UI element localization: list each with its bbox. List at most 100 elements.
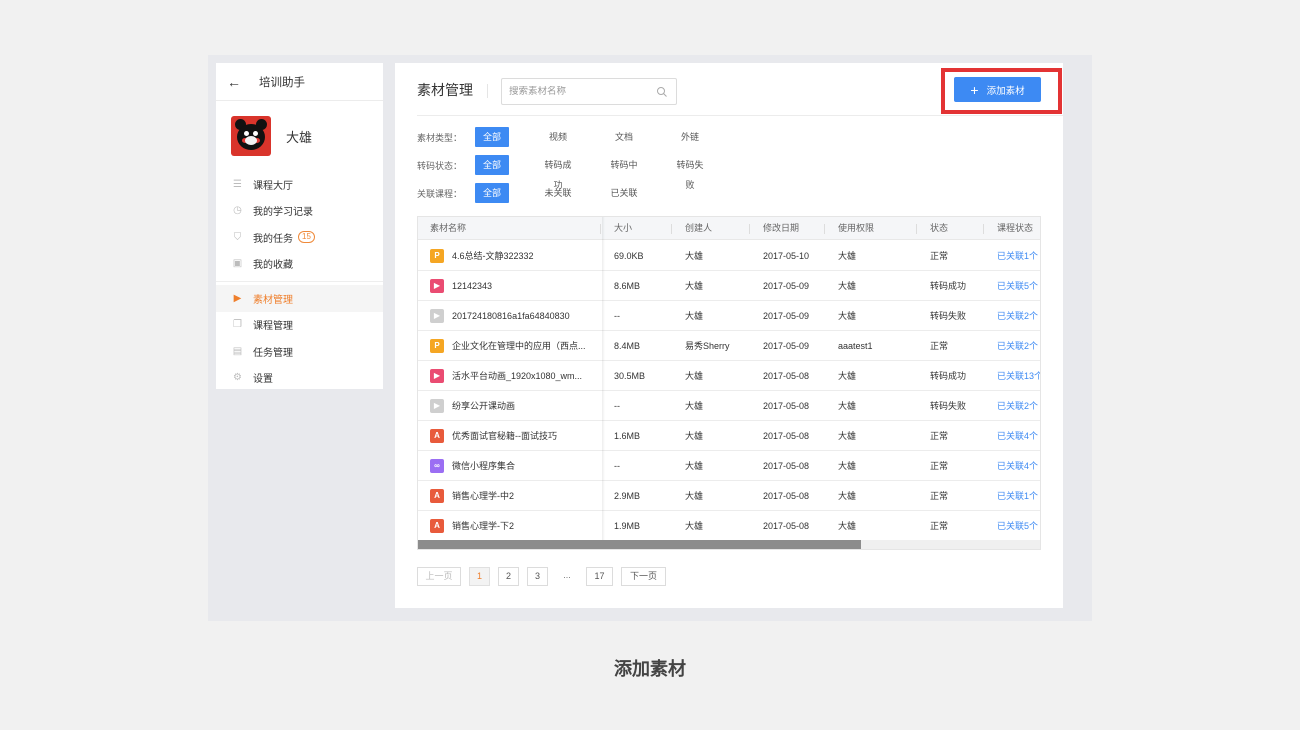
table-row[interactable]: P 企业文化在管理中的应用（西点... 8.4MB 易秀Sherry 2017-05-0… — [418, 331, 1040, 361]
ppt-file-icon: P — [430, 339, 444, 353]
cell-perm: 大雄 — [838, 251, 857, 261]
prev-page-button[interactable]: 上一页 — [417, 567, 461, 586]
sidebar-item-4[interactable]: ▶ 素材管理 — [216, 285, 383, 312]
gear-icon: ⚙ — [233, 372, 242, 384]
cell-status: 转码失败 — [930, 401, 967, 411]
filter-option[interactable]: 视频 — [541, 127, 575, 147]
cell-course[interactable]: 已关联5个 — [997, 511, 1038, 541]
search-icon[interactable] — [656, 86, 668, 98]
sidebar-item-label: 课程大厅 — [253, 180, 293, 192]
cell-course[interactable]: 已关联5个 — [997, 271, 1038, 301]
cell-name: 纷享公开课动画 — [452, 401, 516, 411]
cell-course[interactable]: 已关联2个 — [997, 391, 1038, 421]
table-row[interactable]: ▶ 12142343 8.6MB 大雄 2017-05-09 大雄 转码成功 已关联5个 — [418, 271, 1040, 301]
cell-course[interactable]: 已关联2个 — [997, 331, 1038, 361]
table-row[interactable]: A 销售心理学-下2 1.9MB 大雄 2017-05-08 大雄 正常 已关联5个 — [418, 511, 1040, 541]
sidebar-item-0[interactable]: ☰ 课程大厅 — [216, 171, 383, 198]
add-material-button[interactable]: + 添加素材 — [954, 77, 1041, 102]
column-header: 课程状态 — [997, 223, 1034, 233]
sidebar-item-6[interactable]: ▤ 任务管理 — [216, 338, 383, 365]
sidebar-item-1[interactable]: ◷ 我的学习记录 — [216, 198, 383, 225]
cell-status: 正常 — [930, 521, 949, 531]
filter-option[interactable]: 全部 — [475, 127, 509, 147]
column-separator — [671, 224, 672, 234]
cell-course[interactable]: 已关联13个 — [997, 361, 1040, 391]
filter-option[interactable]: 未关联 — [541, 183, 575, 203]
cell-creator: 大雄 — [685, 461, 704, 471]
cell-name: 微信小程序集合 — [452, 461, 516, 471]
cell-date: 2017-05-09 — [763, 311, 810, 321]
search-box — [501, 78, 677, 105]
table-row[interactable]: ▶ 活水平台动画_1920x1080_wm... 30.5MB 大雄 2017-05-0… — [418, 361, 1040, 391]
cell-perm: 大雄 — [838, 401, 857, 411]
pdf-file-icon: A — [430, 489, 444, 503]
pdf-file-icon: A — [430, 429, 444, 443]
cell-course[interactable]: 已关联1个 — [997, 481, 1038, 511]
cell-course[interactable]: 已关联1个 — [997, 241, 1038, 271]
filter-option[interactable]: 外链 — [673, 127, 707, 147]
horizontal-scrollbar[interactable] — [418, 540, 1040, 549]
filter-option[interactable]: 转码成功 — [541, 155, 575, 190]
cell-course[interactable]: 已关联4个 — [997, 451, 1038, 481]
search-input[interactable] — [502, 86, 652, 97]
next-page-button[interactable]: 下一页 — [621, 567, 666, 586]
sidebar-item-3[interactable]: ▣ 我的收藏 — [216, 251, 383, 278]
table-row[interactable]: A 优秀面试官秘籍--面试技巧 1.6MB 大雄 2017-05-08 大雄 正常 已关联4个 — [418, 421, 1040, 451]
username: 大雄 — [286, 129, 313, 145]
clock-icon: ◷ — [233, 205, 242, 217]
table-row[interactable]: ▶ 201724180816a1fa64840830 -- 大雄 2017-05-09 大… — [418, 301, 1040, 331]
table-row[interactable]: ∞ 微信小程序集合 -- 大雄 2017-05-08 大雄 正常 已关联4个 — [418, 451, 1040, 481]
filter-option[interactable]: 全部 — [475, 155, 509, 175]
avatar[interactable] — [231, 116, 271, 156]
plus-icon: + — [970, 81, 979, 98]
page-button[interactable]: 2 — [498, 567, 519, 586]
sidebar-item-5[interactable]: ❐ 课程管理 — [216, 312, 383, 339]
back-arrow-icon[interactable]: ← — [227, 74, 249, 90]
cell-size: 8.4MB — [614, 341, 641, 351]
cell-size: 1.6MB — [614, 431, 641, 441]
cell-name: 4.6总结-文静322332 — [452, 251, 534, 261]
column-header: 素材名称 — [430, 223, 467, 233]
folder-star-icon: ▣ — [232, 258, 243, 270]
filter-option[interactable]: 转码失败 — [673, 155, 707, 190]
cell-date: 2017-05-08 — [763, 371, 810, 381]
table-row[interactable]: A 销售心理学-中2 2.9MB 大雄 2017-05-08 大雄 正常 已关联1个 — [418, 481, 1040, 511]
column-header: 修改日期 — [763, 223, 800, 233]
cell-status: 转码成功 — [930, 281, 967, 291]
page-title: 素材管理 — [417, 82, 473, 98]
ppt-file-icon: P — [430, 249, 444, 263]
cell-size: -- — [614, 401, 620, 411]
table-row[interactable]: ▶ 纷享公开课动画 -- 大雄 2017-05-08 大雄 转码失败 已关联2个 — [418, 391, 1040, 421]
cell-status: 正常 — [930, 251, 949, 261]
cell-perm: 大雄 — [838, 311, 857, 321]
cell-course[interactable]: 已关联2个 — [997, 301, 1038, 331]
page-button[interactable]: 1 — [469, 567, 490, 586]
filter-option[interactable]: 已关联 — [607, 183, 641, 203]
sidebar-item-2[interactable]: ⛉ 我的任务 15 — [216, 224, 383, 251]
cell-course[interactable]: 已关联4个 — [997, 421, 1038, 451]
cell-date: 2017-05-08 — [763, 431, 810, 441]
cell-status: 转码成功 — [930, 371, 967, 381]
cell-size: 1.9MB — [614, 521, 641, 531]
pagination: 上一页 1 2 3... 17 下一页 — [417, 567, 674, 586]
table-row[interactable]: P 4.6总结-文静322332 69.0KB 大雄 2017-05-10 大雄 正常 已关联… — [418, 241, 1040, 271]
sidebar-item-7[interactable]: ⚙ 设置 — [216, 365, 383, 392]
filter-option[interactable]: 转码中 — [607, 155, 641, 175]
cell-date: 2017-05-09 — [763, 281, 810, 291]
main-panel: 素材管理 + 添加素材 素材类型：全部视频文档外链转码状态：全部转码成功转码中转… — [395, 63, 1063, 608]
cell-creator: 大雄 — [685, 311, 704, 321]
page-button[interactable]: 17 — [586, 567, 613, 586]
cell-name: 销售心理学-下2 — [452, 521, 515, 531]
column-header: 使用权限 — [838, 223, 875, 233]
title-divider — [487, 84, 488, 98]
gray-file-icon: ▶ — [430, 309, 444, 323]
filter-option[interactable]: 全部 — [475, 183, 509, 203]
scrollbar-thumb[interactable] — [418, 540, 861, 549]
filter-option[interactable]: 文档 — [607, 127, 641, 147]
add-material-label: 添加素材 — [986, 85, 1025, 97]
materials-table: 素材名称 大小 创建人 修改日期 使用权限 状态 课程状态 P 4.6总结-文静322332 6… — [417, 216, 1041, 550]
copy-icon: ❐ — [233, 319, 242, 331]
page-button[interactable]: 3 — [527, 567, 548, 586]
cell-perm: 大雄 — [838, 491, 857, 501]
video-file-icon: ▶ — [430, 279, 444, 293]
